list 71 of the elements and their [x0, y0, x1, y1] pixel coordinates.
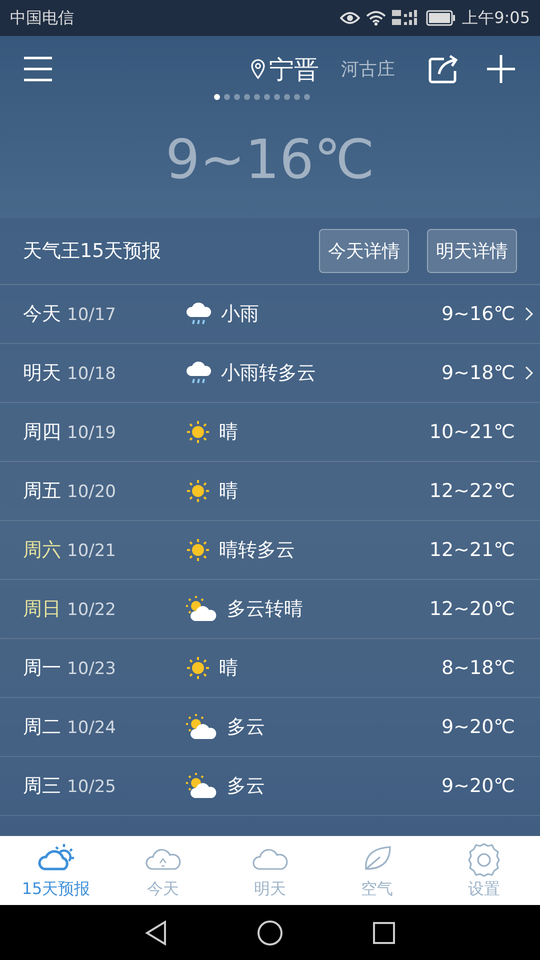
- temperature-range: 12~22℃: [428, 480, 515, 502]
- carrier-name: 中国电信: [10, 8, 74, 28]
- cloud-rain-icon: [185, 301, 213, 327]
- share-icon[interactable]: [428, 54, 460, 84]
- cloud-rain-icon: [185, 360, 213, 386]
- recent-apps-icon[interactable]: [372, 920, 396, 944]
- day-name: 周三: [23, 774, 61, 799]
- weather-text: 多云: [227, 774, 265, 799]
- day-name: 周四: [23, 420, 61, 445]
- sun-cloud-icon: [185, 772, 219, 800]
- back-icon[interactable]: [144, 920, 168, 946]
- sun-icon: [185, 478, 211, 504]
- weather-text: 多云: [227, 715, 265, 740]
- day-name: 周日: [23, 597, 61, 622]
- location-pin-icon: [251, 59, 265, 79]
- date-text: 10/21: [67, 541, 116, 561]
- sun-icon: [185, 655, 211, 681]
- detail-button[interactable]: 今天详情: [319, 229, 409, 273]
- tab[interactable]: 明天: [218, 836, 322, 905]
- forecast-title: 天气王15天预报: [23, 239, 162, 264]
- date-text: 10/17: [67, 305, 116, 325]
- date-text: 10/24: [67, 718, 116, 738]
- day-name: 周六: [23, 538, 61, 563]
- temperature-range: 8~18℃: [440, 657, 515, 679]
- day-name: 明天: [23, 361, 61, 386]
- add-icon[interactable]: [486, 54, 516, 84]
- temperature-range: 9~18℃: [440, 362, 515, 384]
- temperature-range: 12~21℃: [428, 539, 515, 561]
- temperature-range: 9~16℃: [440, 303, 515, 325]
- day-name: 周二: [23, 715, 61, 740]
- date-text: 10/19: [67, 423, 116, 443]
- tab[interactable]: 设置: [432, 836, 536, 905]
- chevron-right-icon[interactable]: [525, 307, 533, 321]
- weather-text: 小雨转多云: [221, 361, 316, 386]
- tab[interactable]: 空气: [325, 836, 429, 905]
- day-name: 周一: [23, 656, 61, 681]
- temperature-range: 9~20℃: [440, 775, 515, 797]
- weather-text: 晴: [219, 479, 238, 504]
- weather-text: 晴: [219, 656, 238, 681]
- sun-cloud-icon: [185, 595, 219, 623]
- weather-text: 小雨: [221, 302, 259, 327]
- weather-text: 晴转多云: [219, 538, 295, 563]
- temperature-range: 12~20℃: [428, 598, 515, 620]
- date-text: 10/23: [67, 659, 116, 679]
- city-name[interactable]: 宁晋: [269, 52, 319, 86]
- date-text: 10/18: [67, 364, 116, 384]
- city-name[interactable]: 河古庄: [341, 57, 395, 81]
- weather-text: 多云转晴: [227, 597, 303, 622]
- menu-icon[interactable]: [24, 56, 52, 82]
- tab[interactable]: 15天预报: [4, 836, 108, 905]
- date-text: 10/22: [67, 600, 116, 620]
- detail-button[interactable]: 明天详情: [427, 229, 517, 273]
- sun-icon: [185, 537, 211, 563]
- battery-icon: [426, 10, 456, 26]
- wifi-icon: [366, 10, 386, 26]
- chevron-right-icon[interactable]: [525, 366, 533, 380]
- sun-cloud-icon: [185, 713, 219, 741]
- temperature-range: 10~21℃: [428, 421, 515, 443]
- temperature-range: 9~20℃: [440, 716, 515, 738]
- day-name: 今天: [23, 302, 61, 327]
- weather-text: 晴: [219, 420, 238, 445]
- sun-icon: [185, 419, 211, 445]
- home-icon[interactable]: [256, 920, 283, 946]
- date-text: 10/20: [67, 482, 116, 502]
- page-indicator[interactable]: [214, 94, 310, 100]
- current-temperature: 9~16℃: [166, 128, 374, 193]
- date-text: 10/25: [67, 777, 116, 797]
- eye-icon: [340, 11, 360, 25]
- day-name: 周五: [23, 479, 61, 504]
- clock-time: 上午9:05: [462, 8, 530, 28]
- tab[interactable]: 今天: [111, 836, 215, 905]
